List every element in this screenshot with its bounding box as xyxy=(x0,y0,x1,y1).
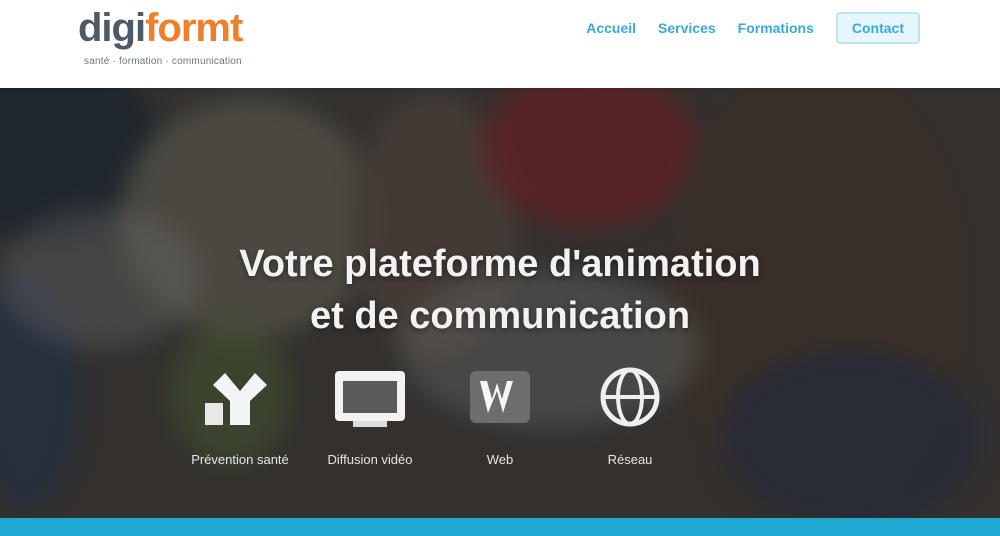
globe-icon xyxy=(600,367,660,427)
nav-item-accueil[interactable]: Accueil xyxy=(586,20,636,36)
accent-bar xyxy=(0,518,1000,536)
hero-feature-3-label: Web xyxy=(486,452,514,467)
video-icon xyxy=(335,371,405,427)
hero-title: Votre plateforme d'animation et de commu… xyxy=(0,238,1000,342)
nav-item-services[interactable]: Services xyxy=(658,20,716,36)
logo-part-2: formt xyxy=(145,6,243,50)
arms-icon xyxy=(205,373,267,425)
w-icon xyxy=(470,371,530,423)
contact-button[interactable]: Contact xyxy=(835,12,920,44)
main-nav: Accueil Services Formations Contact xyxy=(586,12,920,44)
nav-item-formations[interactable]: Formations xyxy=(738,20,814,36)
logo-wordmark: digiformt xyxy=(78,6,243,50)
hero-feature-4[interactable]: Réseau xyxy=(570,363,690,473)
hero-feature-2[interactable]: Diffusion vidéo xyxy=(310,363,430,473)
hero-feature-3[interactable]: Web xyxy=(440,363,560,473)
hero-section: Votre plateforme d'animation et de commu… xyxy=(0,88,1000,518)
hero-feature-4-label: Réseau xyxy=(607,452,653,467)
hero-title-line-2: et de communication xyxy=(309,295,691,337)
hero-icons: Prévention santé Diffusion vidéo Web Rés… xyxy=(180,363,680,473)
hero-feature-1[interactable]: Prévention santé xyxy=(180,363,300,473)
hero-title-line-1: Votre plateforme d'animation xyxy=(239,243,761,285)
hero-feature-2-label: Diffusion vidéo xyxy=(327,452,413,467)
logo-tagline: santé · formation · communication xyxy=(84,56,242,67)
brand-logo[interactable]: digiformt santé · formation · communicat… xyxy=(78,6,278,78)
hero-feature-1-label: Prévention santé xyxy=(191,452,289,467)
logo-part-1: digi xyxy=(78,6,146,50)
site-header: digiformt santé · formation · communicat… xyxy=(0,0,1000,88)
